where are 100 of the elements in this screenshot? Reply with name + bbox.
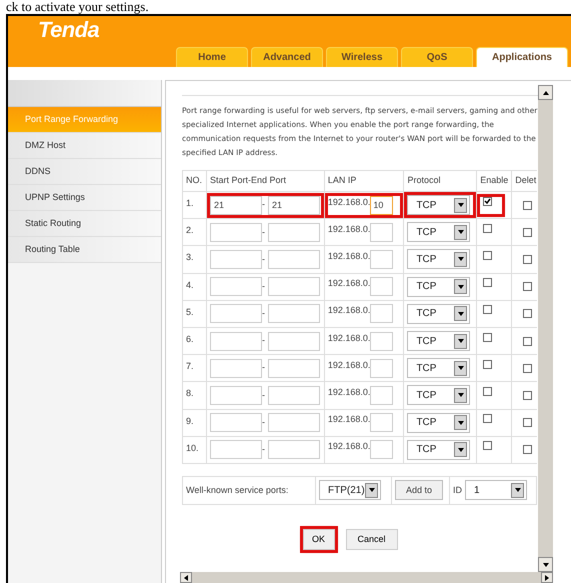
checkbox[interactable] xyxy=(523,309,532,318)
checkbox[interactable] xyxy=(483,414,492,424)
logo: Tenda xyxy=(37,16,100,42)
ip-prefix-text: 192.168.0. xyxy=(328,277,370,290)
column-header: Start Port-End Port xyxy=(206,170,324,192)
separator-text: - xyxy=(262,280,266,293)
service-ports-label: Well-known service ports: xyxy=(182,476,316,504)
ip-suffix-input[interactable] xyxy=(370,386,394,405)
start-port-input[interactable] xyxy=(210,250,262,269)
protocol-select[interactable]: TCP xyxy=(407,385,470,406)
end-port-input[interactable] xyxy=(268,386,320,405)
start-port-input[interactable]: 21 xyxy=(210,196,262,215)
id-label: ID xyxy=(453,484,462,497)
protocol-select[interactable]: TCP xyxy=(407,331,470,352)
protocol-select[interactable]: TCP xyxy=(407,249,470,270)
sidebar-item[interactable]: DMZ Host xyxy=(8,133,161,159)
checkbox[interactable] xyxy=(523,418,532,428)
sidebar-item[interactable]: Routing Table xyxy=(8,237,161,263)
nav-tab[interactable]: Home xyxy=(176,47,248,67)
start-port-input[interactable] xyxy=(210,358,262,378)
ip-suffix-input[interactable] xyxy=(370,277,394,296)
add-to-button[interactable]: Add to xyxy=(395,480,443,500)
checkbox[interactable] xyxy=(483,278,492,288)
checkbox[interactable] xyxy=(483,305,492,314)
separator-text: - xyxy=(262,416,266,429)
end-port-input[interactable] xyxy=(268,277,320,296)
ip-prefix-text: 192.168.0. xyxy=(328,332,370,345)
separator-text: - xyxy=(262,307,266,320)
row-number: 1. xyxy=(182,192,206,219)
row-number: 8. xyxy=(182,382,206,409)
separator-text: - xyxy=(262,361,266,374)
sidebar-item[interactable]: Static Routing xyxy=(8,211,161,237)
checkbox[interactable] xyxy=(483,360,492,369)
checkbox[interactable] xyxy=(523,254,532,264)
id-select[interactable]: 1 xyxy=(465,480,527,500)
caption-text: ck to activate your settings. xyxy=(5,0,150,14)
start-port-input[interactable] xyxy=(210,304,262,324)
protocol-select[interactable]: TCP xyxy=(407,358,470,378)
start-port-input[interactable] xyxy=(210,413,262,432)
end-port-input[interactable]: 21 xyxy=(268,196,320,215)
end-port-input[interactable] xyxy=(268,222,320,242)
checkbox[interactable] xyxy=(483,386,492,396)
column-header: Enable xyxy=(476,170,512,192)
checkbox[interactable] xyxy=(523,364,532,373)
service-select[interactable]: FTP(21) xyxy=(319,480,381,500)
end-port-input[interactable] xyxy=(268,304,320,324)
cancel-button[interactable]: Cancel xyxy=(346,528,398,550)
start-port-input[interactable] xyxy=(210,332,262,351)
ip-suffix-input[interactable] xyxy=(370,413,394,432)
ip-prefix-text: 192.168.0. xyxy=(328,386,370,399)
start-port-input[interactable] xyxy=(210,440,262,460)
protocol-select[interactable]: TCP xyxy=(407,412,470,433)
vertical-scrollbar[interactable] xyxy=(538,85,553,572)
sidebar-item[interactable]: DDNS xyxy=(8,159,161,185)
checkbox[interactable] xyxy=(523,390,532,400)
end-port-input[interactable] xyxy=(268,250,320,269)
sidebar-item[interactable]: UPNP Settings xyxy=(8,185,161,211)
protocol-select[interactable]: TCP xyxy=(407,222,470,242)
start-port-input[interactable] xyxy=(210,277,262,296)
protocol-select[interactable]: TCP xyxy=(407,440,470,460)
column-header: LAN IP xyxy=(324,170,404,192)
protocol-select[interactable]: TCP xyxy=(407,195,470,216)
checkbox[interactable] xyxy=(523,336,532,346)
nav-tab[interactable]: Wireless xyxy=(326,47,398,67)
checkbox[interactable] xyxy=(523,282,532,292)
checkbox[interactable] xyxy=(483,441,492,450)
ip-suffix-input[interactable] xyxy=(370,440,394,460)
ip-prefix-text: 192.168.0. xyxy=(328,358,370,372)
ip-suffix-input[interactable]: 10 xyxy=(370,196,394,215)
checkbox[interactable] xyxy=(483,224,492,233)
ip-suffix-input[interactable] xyxy=(370,304,394,324)
row-number: 4. xyxy=(182,273,206,300)
row-number: 7. xyxy=(182,354,206,382)
checkbox[interactable] xyxy=(523,228,532,237)
checkbox[interactable] xyxy=(483,332,492,342)
nav-tab[interactable]: Applications xyxy=(476,47,568,67)
ip-suffix-input[interactable] xyxy=(370,358,394,378)
checkbox[interactable] xyxy=(523,445,532,454)
checkbox[interactable] xyxy=(523,200,532,210)
ip-suffix-input[interactable] xyxy=(370,222,394,242)
ip-suffix-input[interactable] xyxy=(370,332,394,351)
ip-prefix-text: 192.168.0. xyxy=(328,304,370,318)
ip-suffix-input[interactable] xyxy=(370,250,394,269)
end-port-input[interactable] xyxy=(268,358,320,378)
row-number: 10. xyxy=(182,436,206,464)
end-port-input[interactable] xyxy=(268,413,320,432)
checkbox[interactable] xyxy=(483,250,492,260)
end-port-input[interactable] xyxy=(268,332,320,351)
protocol-select[interactable]: TCP xyxy=(407,276,470,297)
protocol-select[interactable]: TCP xyxy=(407,304,470,324)
nav-tab[interactable]: QoS xyxy=(401,47,473,67)
ip-prefix-text: 192.168.0. xyxy=(328,222,370,236)
row-number: 2. xyxy=(182,218,206,246)
checkbox[interactable] xyxy=(483,196,492,206)
end-port-input[interactable] xyxy=(268,440,320,460)
start-port-input[interactable] xyxy=(210,222,262,242)
horizontal-scrollbar[interactable] xyxy=(180,572,553,583)
row-number: 5. xyxy=(182,300,206,328)
start-port-input[interactable] xyxy=(210,386,262,405)
nav-tab[interactable]: Advanced xyxy=(251,47,323,67)
